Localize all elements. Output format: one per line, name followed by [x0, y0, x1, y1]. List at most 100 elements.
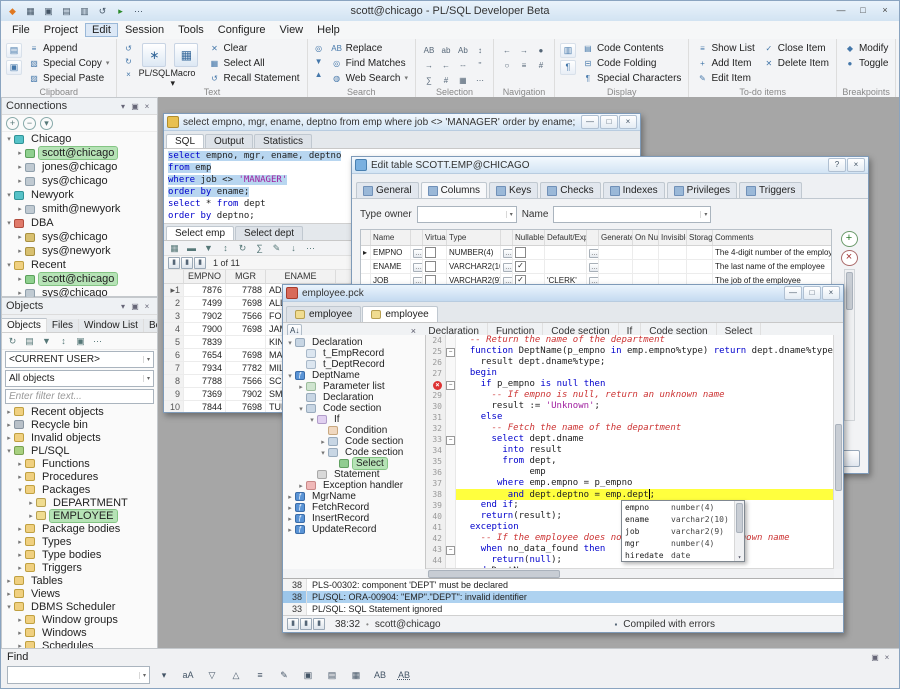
- more-icon[interactable]: ⋯: [472, 73, 488, 87]
- maximize-button[interactable]: □: [600, 115, 618, 129]
- sort-icon[interactable]: ↕: [219, 242, 232, 255]
- uppercase-icon[interactable]: AB: [421, 43, 437, 57]
- result-view-icon[interactable]: ▮: [313, 618, 325, 630]
- clear-button[interactable]: ✕Clear: [206, 41, 301, 55]
- tree-item-recycle-bin[interactable]: ▸Recycle bin: [2, 418, 157, 431]
- menu-icon[interactable]: ▾: [117, 102, 129, 111]
- fold-icon[interactable]: −: [446, 381, 455, 390]
- list-matches-icon[interactable]: ≡: [249, 667, 271, 684]
- popup-item-ename[interactable]: enamevarchar2(10): [622, 513, 734, 525]
- highlight-all-icon[interactable]: ▣: [297, 667, 319, 684]
- menu-icon[interactable]: ▾: [117, 302, 129, 311]
- macro-button[interactable]: ▦Macro ▾: [170, 41, 202, 85]
- maximize-button[interactable]: □: [803, 286, 821, 300]
- connections-menu-icon[interactable]: ▾: [40, 117, 53, 130]
- back-icon[interactable]: ←: [499, 43, 515, 57]
- tree-item-package-bodies[interactable]: ▸Package bodies: [2, 522, 157, 535]
- more-icon[interactable]: ⋯: [304, 242, 317, 255]
- layout-icon[interactable]: ▥: [560, 43, 576, 58]
- customize-icon[interactable]: ⋯: [131, 4, 146, 18]
- tree-item-department[interactable]: ▸DEPARTMENT: [2, 496, 157, 509]
- dialog-tab-indexes[interactable]: Indexes: [603, 182, 665, 198]
- menu-edit[interactable]: Edit: [85, 23, 118, 37]
- popup-item-mgr[interactable]: mgrnumber(4): [622, 537, 734, 549]
- tree-item-smith-newyork[interactable]: ▸smith@newyork: [2, 202, 157, 216]
- tree-item-sys-newyork[interactable]: ▸sys@newyork: [2, 244, 157, 258]
- quote-icon[interactable]: '': [472, 58, 488, 72]
- tree-item-invalid-objects[interactable]: ▸Invalid objects: [2, 431, 157, 444]
- modify-button[interactable]: ◆Modify: [842, 41, 890, 55]
- fold-icon[interactable]: −: [446, 546, 455, 555]
- nullable-checkbox[interactable]: [515, 247, 526, 258]
- tree-item-views[interactable]: ▸Views: [2, 587, 157, 600]
- tree-item-condition[interactable]: Condition: [283, 425, 425, 436]
- bookmark-icon[interactable]: ●: [533, 43, 549, 57]
- find-previous-icon[interactable]: △: [225, 667, 247, 684]
- tree-item-packages[interactable]: ▾Packages: [2, 483, 157, 496]
- tree-item-dba[interactable]: ▾DBA: [2, 216, 157, 230]
- find-next-icon[interactable]: ▽: [201, 667, 223, 684]
- tree-item-newyork[interactable]: ▾Newyork: [2, 188, 157, 202]
- nullable-checkbox[interactable]: ✓: [515, 261, 526, 272]
- refresh-icon[interactable]: ↻: [236, 242, 249, 255]
- indent-icon[interactable]: →: [421, 58, 437, 72]
- help-button[interactable]: ?: [828, 158, 846, 172]
- tree-item-fetchrecord[interactable]: ▸ƒFetchRecord: [283, 502, 425, 513]
- tree-item-pl-sql[interactable]: ▾PL/SQL: [2, 444, 157, 457]
- search-options-icon[interactable]: ▾: [153, 667, 175, 684]
- type-name-select[interactable]: ▾: [553, 206, 711, 223]
- menu-tools[interactable]: Tools: [171, 23, 211, 37]
- editor-view-icon[interactable]: ▮: [287, 618, 299, 630]
- result-view-icon[interactable]: ▮: [194, 257, 206, 269]
- tree-item-t-emprecord[interactable]: t_EmpRecord: [283, 348, 425, 359]
- capitalize-icon[interactable]: Ab: [455, 43, 471, 57]
- copy-icon[interactable]: ▣: [6, 60, 22, 75]
- goto-line-icon[interactable]: #: [533, 58, 549, 72]
- add-connection-icon[interactable]: +: [6, 117, 19, 130]
- error-row[interactable]: 38PLS-00302: component 'DEPT' must be de…: [283, 579, 843, 591]
- search-grid-icon[interactable]: ▦: [345, 667, 367, 684]
- split-view-icon[interactable]: ▮: [181, 257, 193, 269]
- column-row[interactable]: ▸EMPNO…NUMBER(4)……The 4-digit number of …: [361, 246, 831, 260]
- pin-icon[interactable]: ▣: [129, 102, 141, 111]
- object-filter-input[interactable]: [5, 389, 154, 404]
- folder-view-icon[interactable]: ▤: [23, 335, 36, 348]
- ellipsis-button[interactable]: …: [413, 249, 423, 258]
- type-owner-select[interactable]: ▾: [417, 206, 517, 223]
- tab-statistics[interactable]: Statistics: [254, 134, 312, 148]
- ellipsis-button[interactable]: …: [413, 263, 423, 272]
- grid-view-icon[interactable]: ▦: [168, 242, 181, 255]
- undo-icon[interactable]: ↺: [122, 43, 134, 54]
- append-button[interactable]: ≡Append: [26, 41, 111, 55]
- tree-item-sys-chicago[interactable]: ▸sys@chicago: [2, 230, 157, 244]
- tree-item-windows[interactable]: ▸Windows: [2, 626, 157, 639]
- scroll-down-icon[interactable]: ▾: [735, 554, 744, 561]
- sql-window-titlebar[interactable]: select empno, mgr, ename, deptno from em…: [164, 114, 640, 131]
- tree-item-jones-chicago[interactable]: ▸jones@chicago: [2, 160, 157, 174]
- tree-item-type-bodies[interactable]: ▸Type bodies: [2, 548, 157, 561]
- schema-select[interactable]: <CURRENT USER> ▾: [5, 351, 154, 368]
- fold-icon[interactable]: −: [446, 348, 455, 357]
- objects-tab-objects[interactable]: Objects: [2, 318, 47, 332]
- tree-item-t-deptrecord[interactable]: t_DeptRecord: [283, 359, 425, 370]
- editor-view-icon[interactable]: ▮: [168, 257, 180, 269]
- column-row[interactable]: ENAME…VARCHAR2(10)…✓…The last name of th…: [361, 260, 831, 274]
- open-icon[interactable]: ▥: [77, 4, 92, 18]
- tree-item-declaration[interactable]: ▾Declaration: [283, 337, 425, 348]
- minimize-button[interactable]: —: [581, 115, 599, 129]
- redo-icon[interactable]: ↻: [122, 56, 134, 67]
- object-type-select[interactable]: All objects ▾: [5, 370, 154, 387]
- export-icon[interactable]: ↓: [287, 242, 300, 255]
- tab-output[interactable]: Output: [205, 134, 253, 148]
- erase-icon[interactable]: ×: [122, 69, 134, 80]
- tree-item-statement[interactable]: Statement: [283, 469, 425, 480]
- sort-icon[interactable]: ↕: [57, 335, 70, 348]
- tree-item-employee[interactable]: ▸EMPLOYEE: [2, 509, 157, 522]
- add-column-button[interactable]: +: [841, 231, 858, 247]
- popup-item-hiredate[interactable]: hiredatedate: [622, 549, 734, 561]
- error-row[interactable]: 33PL/SQL: SQL Statement ignored: [283, 603, 843, 615]
- menu-configure[interactable]: Configure: [211, 23, 273, 37]
- menu-file[interactable]: File: [5, 23, 37, 37]
- structure-icon[interactable]: ≡: [516, 58, 532, 72]
- ellipsis-button[interactable]: …: [589, 263, 599, 272]
